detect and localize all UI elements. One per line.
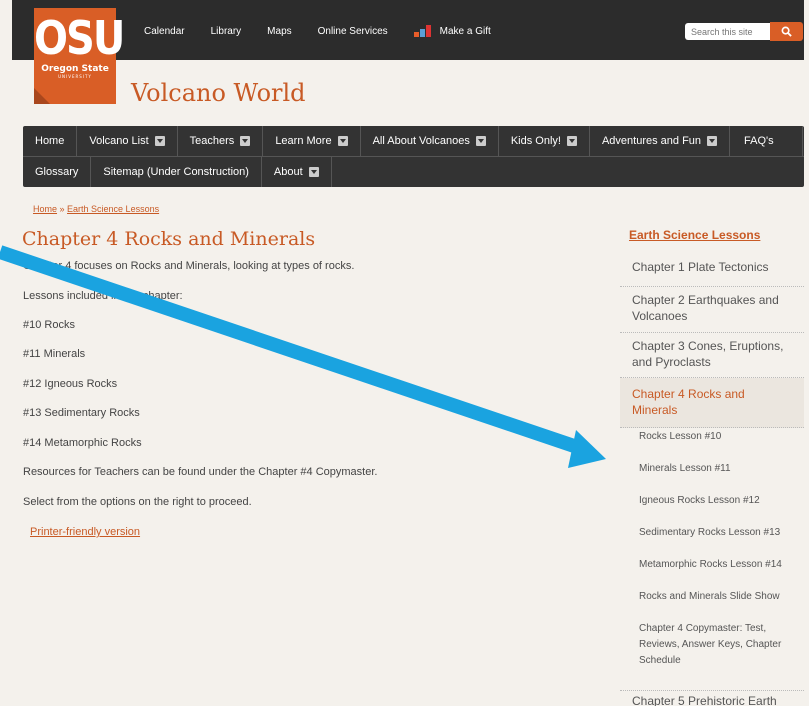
nav-label: Teachers	[189, 135, 235, 147]
nav-item-volcano-list[interactable]: Volcano List	[77, 126, 178, 156]
utility-link-maps[interactable]: Maps	[267, 25, 291, 37]
nav-item-faqs[interactable]: FAQ's	[730, 126, 803, 156]
main-nav: Home Volcano List Teachers Learn More Al…	[23, 126, 804, 187]
make-a-gift-label: Make a Gift	[439, 25, 491, 37]
breadcrumb-separator: »	[57, 204, 68, 214]
dropdown-icon[interactable]	[566, 136, 577, 146]
search-icon	[781, 26, 792, 37]
nav-item-learn-more[interactable]: Learn More	[263, 126, 361, 156]
lesson-item: #10 Rocks	[23, 319, 75, 331]
lesson-item: #12 Igneous Rocks	[23, 378, 118, 390]
nav-item-all-about-volcanoes[interactable]: All About Volcanoes	[361, 126, 499, 156]
nav-label: Sitemap (Under Construction)	[103, 165, 249, 178]
sidebar-subitem-minerals[interactable]: Minerals Lesson #11	[620, 461, 804, 477]
utility-link-make-a-gift[interactable]: Make a Gift	[413, 25, 491, 37]
nav-item-home[interactable]: Home	[23, 126, 78, 156]
site-title[interactable]: Volcano World	[131, 79, 306, 107]
nav-item-adventures-and-fun[interactable]: Adventures and Fun	[590, 126, 731, 156]
sidebar-heading[interactable]: Earth Science Lessons	[629, 228, 760, 242]
sidebar-item-chapter-4[interactable]: Chapter 4 Rocks and Minerals	[620, 378, 804, 428]
utility-link-library[interactable]: Library	[211, 25, 242, 37]
instructions-text: Select from the options on the right to …	[23, 496, 252, 508]
nav-label: Home	[35, 135, 65, 147]
sidebar-item-chapter-2[interactable]: Chapter 2 Earthquakes and Volcanoes	[620, 287, 804, 333]
logo-subtitle-2: UNIVERSITY	[58, 74, 92, 79]
search-button[interactable]	[770, 22, 803, 41]
nav-item-about[interactable]: About	[262, 156, 332, 187]
utility-link-calendar[interactable]: Calendar	[144, 25, 185, 37]
sidebar-subitem-metamorphic[interactable]: Metamorphic Rocks Lesson #14	[620, 557, 804, 573]
nav-label: Kids Only!	[510, 135, 561, 147]
dropdown-icon[interactable]	[308, 166, 319, 177]
sidebar-item-chapter-3[interactable]: Chapter 3 Cones, Eruptions, and Pyroclas…	[620, 333, 804, 378]
nav-label: Volcano List	[89, 135, 149, 147]
printer-friendly-link[interactable]: Printer-friendly version	[30, 526, 140, 538]
dropdown-icon[interactable]	[240, 136, 251, 146]
nav-label: All About Volcanoes	[372, 135, 470, 147]
nav-item-kids-only[interactable]: Kids Only!	[499, 126, 590, 156]
lesson-item: #14 Metamorphic Rocks	[23, 437, 142, 449]
teacher-resources-text: Resources for Teachers can be found unde…	[23, 466, 378, 478]
dropdown-icon[interactable]	[337, 136, 348, 146]
utility-nav: Calendar Library Maps Online Services Ma…	[144, 25, 517, 37]
sidebar-subitem-igneous[interactable]: Igneous Rocks Lesson #12	[620, 493, 804, 509]
breadcrumb: Home » Earth Science Lessons	[33, 204, 159, 214]
nav-label: About	[273, 165, 303, 178]
lessons-intro: Lessons included in this chapter:	[23, 290, 183, 302]
nav-label: Glossary	[35, 165, 79, 178]
sidebar-subitem-rocks[interactable]: Rocks Lesson #10	[620, 429, 804, 445]
logo-subtitle: Oregon State	[41, 64, 109, 74]
nav-item-glossary[interactable]: Glossary	[23, 156, 92, 187]
sidebar-subitem-slide-show[interactable]: Rocks and Minerals Slide Show	[620, 589, 804, 605]
arrow-head	[568, 430, 606, 468]
nav-label: Adventures and Fun	[601, 135, 702, 147]
breadcrumb-current[interactable]: Earth Science Lessons	[67, 204, 159, 214]
gift-icon	[413, 25, 434, 37]
sidebar-item-chapter-5[interactable]: Chapter 5 Prehistoric Earth	[620, 690, 804, 706]
dropdown-icon[interactable]	[475, 136, 486, 146]
lesson-item: #13 Sedimentary Rocks	[23, 407, 140, 419]
nav-label: FAQ's	[744, 135, 774, 147]
nav-item-sitemap[interactable]: Sitemap (Under Construction)	[91, 156, 262, 187]
utility-link-online-services[interactable]: Online Services	[318, 25, 388, 37]
nav-item-teachers[interactable]: Teachers	[178, 126, 264, 156]
page-title: Chapter 4 Rocks and Minerals	[22, 228, 316, 250]
intro-text: Chapter 4 focuses on Rocks and Minerals,…	[23, 260, 355, 272]
dropdown-icon[interactable]	[707, 136, 718, 146]
nav-label: Learn More	[275, 135, 332, 147]
main-nav-row-2: Glossary Sitemap (Under Construction) Ab…	[23, 156, 804, 187]
main-nav-row-1: Home Volcano List Teachers Learn More Al…	[23, 126, 803, 156]
sidebar-subitem-sedimentary[interactable]: Sedimentary Rocks Lesson #13	[620, 525, 804, 541]
sidebar-subitem-copymaster[interactable]: Chapter 4 Copymaster: Test, Reviews, Ans…	[620, 621, 804, 669]
sidebar-item-chapter-1[interactable]: Chapter 1 Plate Tectonics	[620, 254, 804, 287]
logo-text: OSU	[34, 12, 125, 66]
dropdown-icon[interactable]	[154, 136, 165, 146]
lesson-item: #11 Minerals	[23, 348, 86, 360]
search-input[interactable]	[685, 23, 770, 40]
breadcrumb-home[interactable]: Home	[33, 204, 57, 214]
logo-corner	[34, 88, 50, 104]
